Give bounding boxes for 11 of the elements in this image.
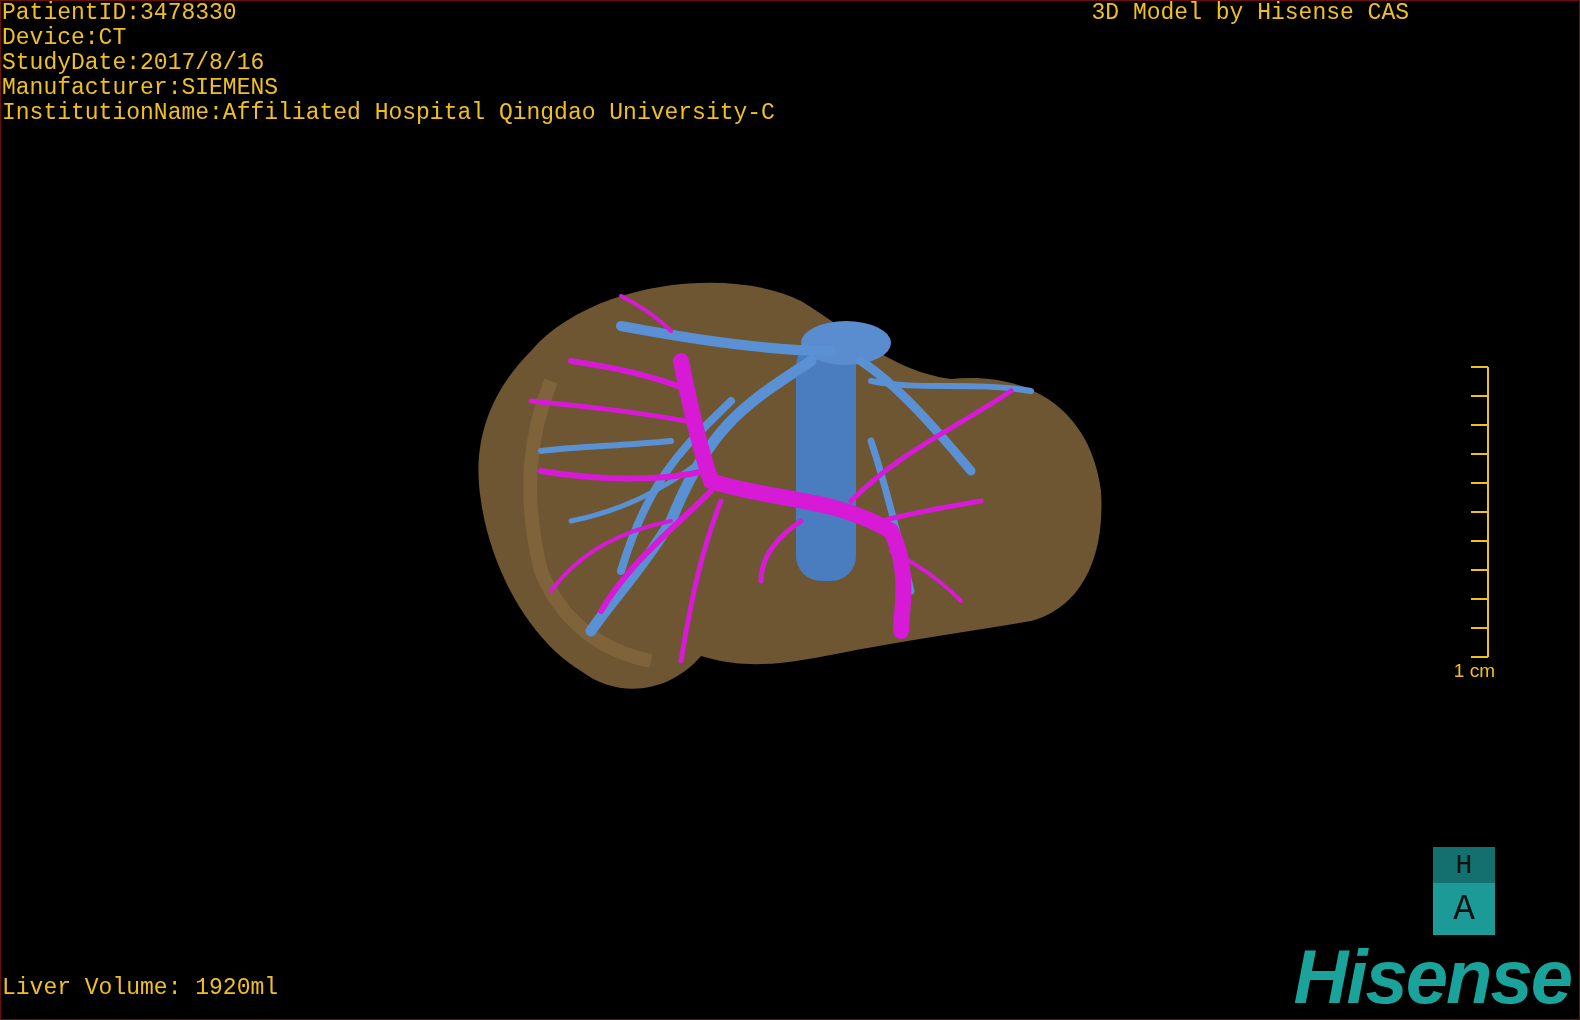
scale-label: 1 cm: [1453, 660, 1495, 682]
orientation-label: A: [1433, 883, 1495, 935]
study-info-text: Manufacturer:SIEMENS: [2, 76, 280, 101]
study-info-text: InstitutionName:Affiliated Hospital Qingdao University-C: [2, 101, 775, 126]
study-info-text: PatientID:3478330: [2, 1, 238, 26]
liver-volume-text: Liver Volume: 1920ml: [2, 976, 279, 1001]
viewer-title: 3D Model by Hisense CAS: [1091, 1, 1409, 26]
brand-logo: Hisense: [1293, 945, 1571, 1009]
orientation-label: H: [1433, 847, 1495, 883]
study-info-text: Device:CT: [2, 26, 128, 51]
study-info-text: StudyDate:2017/8/16: [2, 51, 266, 76]
